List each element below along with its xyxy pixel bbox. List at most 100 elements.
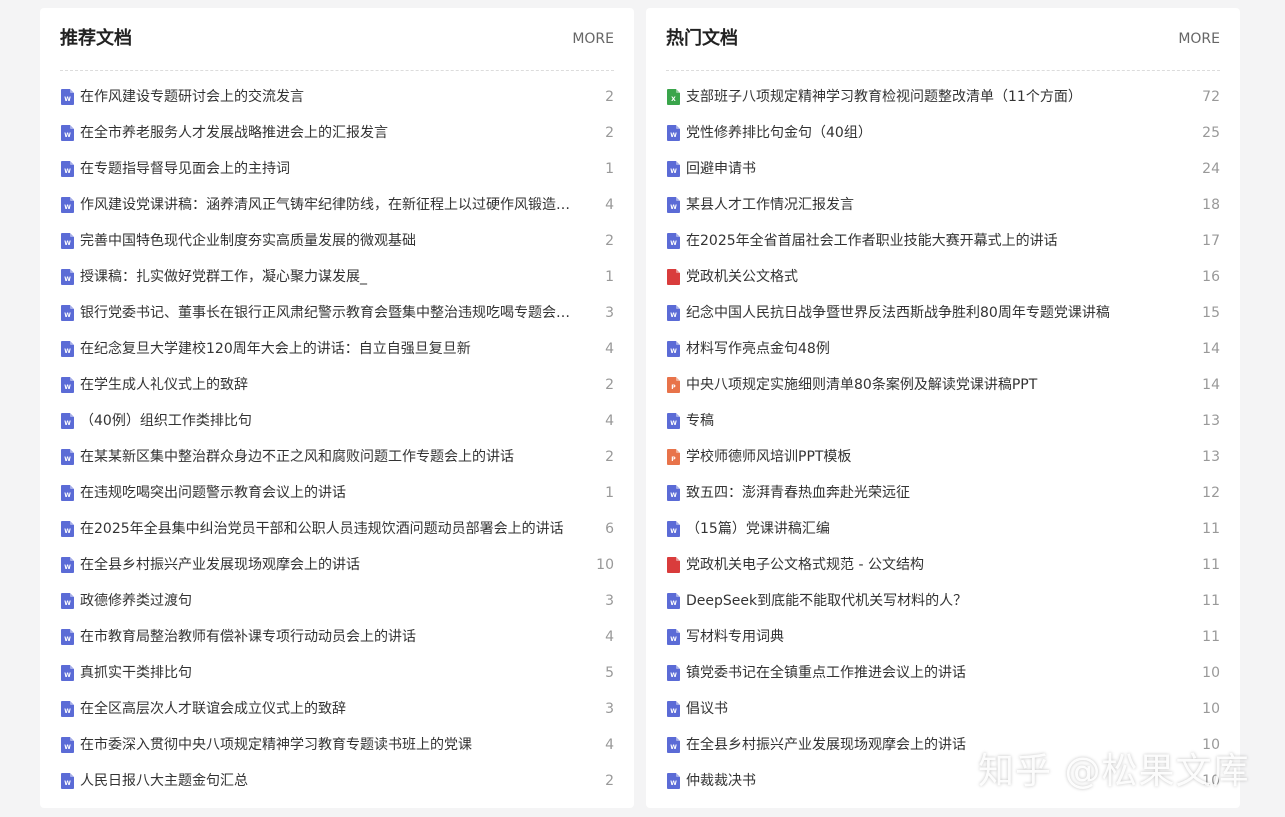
word-file-icon: W [61,377,74,393]
doc-list-item[interactable]: 党政机关电子公文格式规范 - 公文结构 11 [666,547,1220,583]
doc-title-link[interactable]: 人民日报八大主题金句汇总 [80,763,580,799]
doc-title-link[interactable]: 授课稿：扎实做好党群工作，凝心聚力谋发展_ [80,259,580,295]
doc-list-item[interactable]: W 政德修养类过渡句 3 [60,583,614,619]
doc-title-link[interactable]: 在全县乡村振兴产业发展现场观摩会上的讲话 [80,547,580,583]
doc-list-item[interactable]: W 在全县乡村振兴产业发展现场观摩会上的讲话 10 [666,727,1220,763]
doc-title-link[interactable]: 致五四：澎湃青春热血奔赴光荣远征 [686,475,1186,511]
doc-title-link[interactable]: DeepSeek到底能不能取代机关写材料的人？ [686,583,1186,619]
doc-title-link[interactable]: 仲裁裁决书 [686,763,1186,799]
doc-list-item[interactable]: W 在2025年全省首届社会工作者职业技能大赛开幕式上的讲话 17 [666,223,1220,259]
doc-list-item[interactable]: W 在市教育局整治教师有偿补课专项行动动员会上的讲话 4 [60,619,614,655]
doc-list-item[interactable]: W 在专题指导督导见面会上的主持词 1 [60,151,614,187]
doc-download-count: 2 [605,377,614,393]
doc-title-link[interactable]: 中央八项规定实施细则清单80条案例及解读党课讲稿PPT [686,367,1186,403]
doc-title-link[interactable]: 银行党委书记、董事长在银行正风肃纪警示教育会暨集中整治违规吃喝专题会上的讲话 [80,295,580,331]
doc-title-link[interactable]: 在作风建设专题研讨会上的交流发言 [80,79,580,115]
doc-list-item[interactable]: W 在全区高层次人才联谊会成立仪式上的致辞 3 [60,691,614,727]
doc-list-item[interactable]: P 学校师德师风培训PPT模板 13 [666,439,1220,475]
doc-list-item[interactable]: W 授课稿：扎实做好党群工作，凝心聚力谋发展_ 1 [60,259,614,295]
svg-text:W: W [64,204,71,211]
doc-download-count: 16 [1202,269,1220,285]
doc-list-item[interactable]: W 材料写作亮点金句48例 14 [666,331,1220,367]
doc-list-item[interactable]: W 仲裁裁决书 10 [666,763,1220,799]
doc-title-link[interactable]: 在纪念复旦大学建校120周年大会上的讲话：自立自强旦复旦新 [80,331,580,367]
doc-list-item[interactable]: W （15篇）党课讲稿汇编 11 [666,511,1220,547]
doc-title-link[interactable]: 在全市养老服务人才发展战略推进会上的汇报发言 [80,115,580,151]
svg-text:W: W [670,348,677,355]
doc-list-item[interactable]: W （40例）组织工作类排比句 4 [60,403,614,439]
doc-title-link[interactable]: 政德修养类过渡句 [80,583,580,619]
doc-title-link[interactable]: 党政机关电子公文格式规范 - 公文结构 [686,547,1186,583]
doc-title-link[interactable]: （15篇）党课讲稿汇编 [686,511,1186,547]
svg-text:W: W [64,636,71,643]
doc-title-link[interactable]: 在全区高层次人才联谊会成立仪式上的致辞 [80,691,580,727]
doc-title-link[interactable]: （40例）组织工作类排比句 [80,403,580,439]
doc-title-link[interactable]: 材料写作亮点金句48例 [686,331,1186,367]
svg-text:W: W [670,672,677,679]
doc-list-item[interactable]: W 在作风建设专题研讨会上的交流发言 2 [60,79,614,115]
doc-download-count: 11 [1202,557,1220,573]
doc-title-link[interactable]: 倡议书 [686,691,1186,727]
doc-download-count: 24 [1202,161,1220,177]
doc-list-item[interactable]: W 在全县乡村振兴产业发展现场观摩会上的讲话 10 [60,547,614,583]
doc-list-item[interactable]: W 倡议书 10 [666,691,1220,727]
doc-download-count: 4 [605,341,614,357]
doc-title-link[interactable]: 某县人才工作情况汇报发言 [686,187,1186,223]
doc-download-count: 2 [605,233,614,249]
ppt-file-icon: P [667,377,680,393]
svg-text:W: W [670,240,677,247]
doc-title-link[interactable]: 在专题指导督导见面会上的主持词 [80,151,580,187]
doc-download-count: 1 [605,269,614,285]
doc-list-item[interactable]: 党政机关公文格式 16 [666,259,1220,295]
doc-title-link[interactable]: 专稿 [686,403,1186,439]
doc-list-item[interactable]: P 中央八项规定实施细则清单80条案例及解读党课讲稿PPT 14 [666,367,1220,403]
doc-list-item[interactable]: W 完善中国特色现代企业制度夯实高质量发展的微观基础 2 [60,223,614,259]
doc-title-link[interactable]: 真抓实干类排比句 [80,655,580,691]
doc-list-item[interactable]: W 银行党委书记、董事长在银行正风肃纪警示教育会暨集中整治违规吃喝专题会上的讲话 3 [60,295,614,331]
doc-list-item[interactable]: W 致五四：澎湃青春热血奔赴光荣远征 12 [666,475,1220,511]
doc-title-link[interactable]: 党性修养排比句金句（40组） [686,115,1186,151]
doc-title-link[interactable]: 在2025年全省首届社会工作者职业技能大赛开幕式上的讲话 [686,223,1186,259]
doc-list-item[interactable]: W 专稿 13 [666,403,1220,439]
doc-list-item[interactable]: W 真抓实干类排比句 5 [60,655,614,691]
doc-title-link[interactable]: 支部班子八项规定精神学习教育检视问题整改清单（11个方面） [686,79,1186,115]
doc-list-item[interactable]: W 在学生成人礼仪式上的致辞 2 [60,367,614,403]
doc-title-link[interactable]: 在违规吃喝突出问题警示教育会议上的讲话 [80,475,580,511]
word-file-icon: W [61,449,74,465]
doc-list-item[interactable]: W 纪念中国人民抗日战争暨世界反法西斯战争胜利80周年专题党课讲稿 15 [666,295,1220,331]
doc-title-link[interactable]: 完善中国特色现代企业制度夯实高质量发展的微观基础 [80,223,580,259]
doc-title-link[interactable]: 写材料专用词典 [686,619,1186,655]
doc-list-item[interactable]: W 镇党委书记在全镇重点工作推进会议上的讲话 10 [666,655,1220,691]
doc-list-item[interactable]: W 在违规吃喝突出问题警示教育会议上的讲话 1 [60,475,614,511]
doc-list-item[interactable]: W DeepSeek到底能不能取代机关写材料的人？ 11 [666,583,1220,619]
doc-title-link[interactable]: 在学生成人礼仪式上的致辞 [80,367,580,403]
svg-text:W: W [670,600,677,607]
doc-list-item[interactable]: W 写材料专用词典 11 [666,619,1220,655]
doc-list-item[interactable]: W 在全市养老服务人才发展战略推进会上的汇报发言 2 [60,115,614,151]
doc-title-link[interactable]: 在某某新区集中整治群众身边不正之风和腐败问题工作专题会上的讲话 [80,439,580,475]
doc-download-count: 2 [605,449,614,465]
recommended-more-link[interactable]: MORE [572,29,614,49]
doc-title-link[interactable]: 在全县乡村振兴产业发展现场观摩会上的讲话 [686,727,1186,763]
doc-list-item[interactable]: W 在市委深入贯彻中央八项规定精神学习教育专题读书班上的党课 4 [60,727,614,763]
doc-title-link[interactable]: 作风建设党课讲稿：涵养清风正气铸牢纪律防线，在新征程上以过硬作风锻造忠诚干净担当… [80,187,580,223]
doc-list-item[interactable]: W 某县人才工作情况汇报发言 18 [666,187,1220,223]
hot-more-link[interactable]: MORE [1178,29,1220,49]
doc-title-link[interactable]: 在2025年全县集中纠治党员干部和公职人员违规饮酒问题动员部署会上的讲话 [80,511,580,547]
doc-title-link[interactable]: 回避申请书 [686,151,1186,187]
doc-list-item[interactable]: W 人民日报八大主题金句汇总 2 [60,763,614,799]
doc-list-item[interactable]: W 作风建设党课讲稿：涵养清风正气铸牢纪律防线，在新征程上以过硬作风锻造忠诚干净担… [60,187,614,223]
doc-title-link[interactable]: 在市委深入贯彻中央八项规定精神学习教育专题读书班上的党课 [80,727,580,763]
doc-list-item[interactable]: W 回避申请书 24 [666,151,1220,187]
doc-title-link[interactable]: 在市教育局整治教师有偿补课专项行动动员会上的讲话 [80,619,580,655]
doc-list-item[interactable]: W 党性修养排比句金句（40组） 25 [666,115,1220,151]
doc-title-link[interactable]: 党政机关公文格式 [686,259,1186,295]
doc-title-link[interactable]: 学校师德师风培训PPT模板 [686,439,1186,475]
doc-list-item[interactable]: X 支部班子八项规定精神学习教育检视问题整改清单（11个方面） 72 [666,79,1220,115]
svg-text:W: W [64,276,71,283]
doc-title-link[interactable]: 纪念中国人民抗日战争暨世界反法西斯战争胜利80周年专题党课讲稿 [686,295,1186,331]
doc-list-item[interactable]: W 在某某新区集中整治群众身边不正之风和腐败问题工作专题会上的讲话 2 [60,439,614,475]
doc-list-item[interactable]: W 在纪念复旦大学建校120周年大会上的讲话：自立自强旦复旦新 4 [60,331,614,367]
doc-title-link[interactable]: 镇党委书记在全镇重点工作推进会议上的讲话 [686,655,1186,691]
doc-list-item[interactable]: W 在2025年全县集中纠治党员干部和公职人员违规饮酒问题动员部署会上的讲话 6 [60,511,614,547]
